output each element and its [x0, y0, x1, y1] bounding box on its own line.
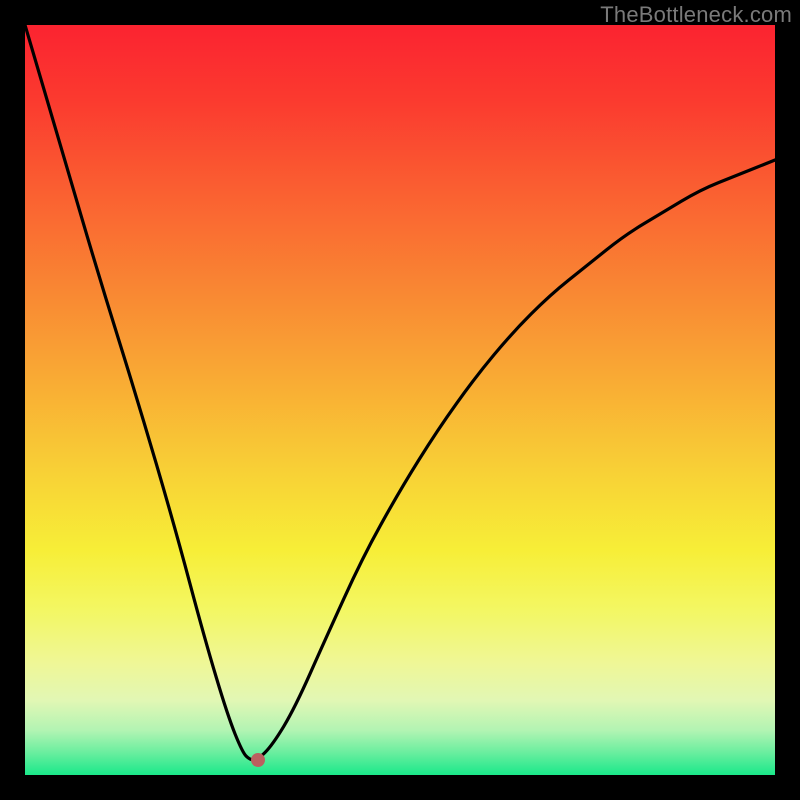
optimal-point-marker — [251, 753, 265, 767]
plot-area — [25, 25, 775, 775]
watermark-text: TheBottleneck.com — [600, 2, 792, 28]
background-gradient — [25, 25, 775, 775]
chart-frame: TheBottleneck.com — [0, 0, 800, 800]
